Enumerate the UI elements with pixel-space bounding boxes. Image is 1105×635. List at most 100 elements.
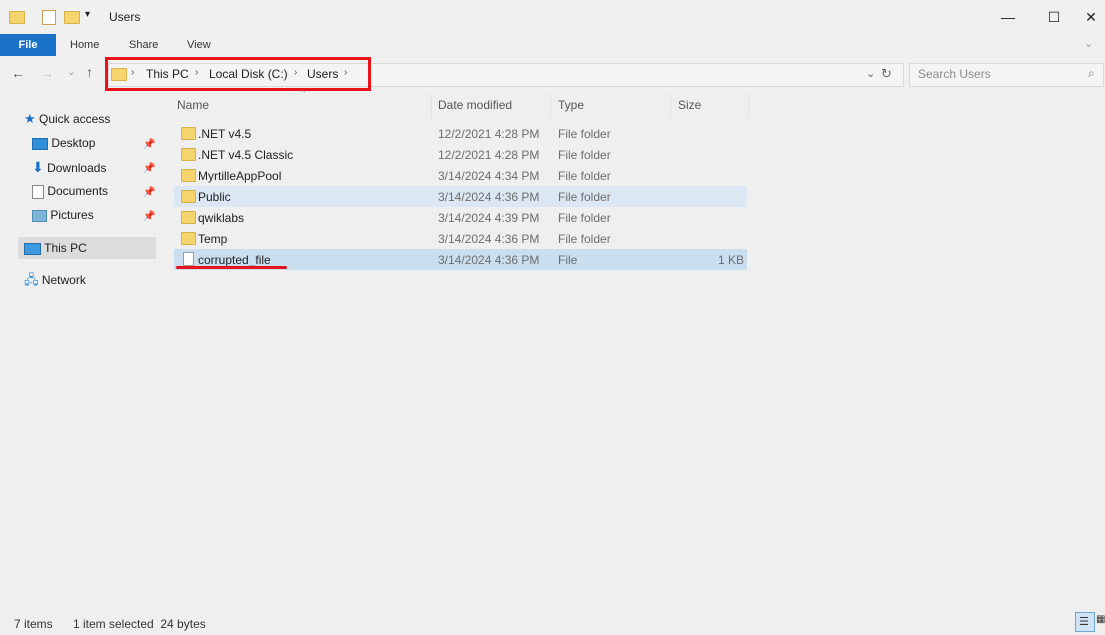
pin-icon[interactable]: 📌 (143, 139, 155, 150)
file-type: File folder (558, 148, 611, 162)
file-date: 3/14/2024 4:34 PM (438, 169, 540, 183)
window-title: Users (109, 10, 141, 24)
file-date: 3/14/2024 4:39 PM (438, 211, 540, 225)
file-type: File (558, 253, 578, 267)
folder-icon (181, 148, 196, 161)
maximize-button[interactable]: ☐ (1031, 0, 1077, 34)
large-icons-view-button[interactable]: ▦ (1095, 612, 1105, 632)
maximize-icon: ☐ (1047, 8, 1061, 25)
nav-item-documents[interactable]: Documents (32, 180, 108, 202)
folder-icon (9, 11, 25, 24)
column-divider[interactable] (748, 94, 749, 118)
back-button[interactable]: ← (11, 65, 25, 81)
file-name: .NET v4.5 (198, 127, 252, 141)
file-type: File folder (558, 190, 611, 204)
file-date: 3/14/2024 4:36 PM (438, 253, 540, 267)
file-date: 12/2/2021 4:28 PM (438, 148, 540, 162)
table-row[interactable]: Temp 3/14/2024 4:36 PM File folder (174, 228, 747, 249)
nav-item-downloads[interactable]: ⬇ Downloads (32, 156, 106, 178)
properties-icon[interactable] (42, 10, 56, 25)
pin-icon[interactable]: 📌 (143, 163, 155, 174)
table-row[interactable]: MyrtilleAppPool 3/14/2024 4:34 PM File f… (174, 165, 747, 186)
column-header-date[interactable]: Date modified (438, 98, 512, 112)
column-header-name[interactable]: Name (177, 98, 209, 112)
arrow-right-icon: → (40, 65, 54, 81)
folder-icon (181, 127, 196, 140)
file-name: Temp (198, 232, 228, 246)
documents-icon (32, 184, 44, 199)
nav-label: Documents (47, 184, 109, 198)
annotation-underline (176, 266, 287, 269)
table-row[interactable]: .NET v4.5 Classic 12/2/2021 4:28 PM File… (174, 144, 747, 165)
pictures-icon (32, 209, 47, 222)
nav-item-pictures[interactable]: Pictures (32, 204, 94, 226)
ribbon: File Home Share View ⌄ (0, 34, 1105, 57)
nav-quick-access[interactable]: ★ Quick access (24, 108, 110, 130)
file-name: qwiklabs (198, 211, 245, 225)
chevron-down-icon: ⌄ (67, 67, 76, 78)
search-placeholder: Search Users (918, 67, 991, 81)
nav-item-desktop[interactable]: Desktop (32, 132, 95, 154)
status-item-count: 7 items (14, 617, 53, 631)
expand-ribbon-icon[interactable]: ⌄ (1084, 37, 1093, 50)
title-bar: ▾ Users — ☐ ✕ (0, 0, 1105, 34)
file-name: MyrtilleAppPool (198, 169, 282, 183)
table-row[interactable]: Public 3/14/2024 4:36 PM File folder (174, 186, 747, 207)
column-header-size[interactable]: Size (678, 98, 701, 112)
customize-toolbar-icon[interactable]: ▾ (85, 9, 90, 20)
nav-label: Network (41, 273, 86, 287)
nav-label: Pictures (50, 208, 94, 222)
column-divider[interactable] (550, 94, 551, 118)
pin-icon[interactable]: 📌 (143, 211, 155, 222)
file-type: File folder (558, 211, 611, 225)
file-type: File folder (558, 232, 611, 246)
pin-icon[interactable]: 📌 (143, 187, 155, 198)
close-button[interactable]: ✕ (1077, 0, 1105, 34)
folder-icon (181, 190, 196, 203)
file-date: 12/2/2021 4:28 PM (438, 127, 540, 141)
tab-view[interactable]: View (173, 34, 225, 56)
star-icon: ★ (24, 111, 36, 126)
up-button[interactable]: ↑ (86, 64, 93, 80)
sort-indicator-icon: ⌃ (300, 89, 307, 98)
nav-label: Desktop (51, 136, 96, 150)
address-dropdown-icon[interactable]: ⌄ (866, 67, 875, 80)
new-folder-icon[interactable] (64, 11, 80, 24)
file-type: File folder (558, 169, 611, 183)
nav-network[interactable]: 🖧 Network (24, 269, 86, 291)
details-view-button[interactable]: ☰ (1075, 612, 1095, 632)
file-type: File folder (558, 127, 611, 141)
refresh-icon[interactable]: ↻ (881, 66, 892, 82)
arrow-up-icon: ↑ (86, 64, 93, 80)
file-date: 3/14/2024 4:36 PM (438, 190, 540, 204)
nav-label: Downloads (47, 161, 107, 175)
tab-file[interactable]: File (0, 34, 56, 56)
folder-icon (181, 211, 196, 224)
file-name: corrupted_file (198, 253, 271, 267)
column-header-type[interactable]: Type (558, 98, 584, 112)
search-icon[interactable]: ⌕ (1088, 66, 1095, 81)
nav-this-pc[interactable]: This PC (24, 237, 87, 259)
file-date: 3/14/2024 4:36 PM (438, 232, 540, 246)
nav-label: This PC (44, 241, 87, 255)
large-icons-view-icon: ▦ (1096, 614, 1105, 625)
details-view-icon: ☰ (1079, 616, 1089, 628)
recent-locations-button[interactable]: ⌄ (67, 67, 75, 78)
table-row[interactable]: .NET v4.5 12/2/2021 4:28 PM File folder (174, 123, 747, 144)
status-selection: 1 item selected 24 bytes (73, 617, 206, 631)
desktop-icon (32, 137, 48, 150)
arrow-left-icon: ← (11, 65, 25, 81)
column-divider[interactable] (670, 94, 671, 118)
minimize-button[interactable]: — (985, 0, 1031, 34)
table-row[interactable]: qwiklabs 3/14/2024 4:39 PM File folder (174, 207, 747, 228)
file-size: 1 KB (717, 253, 744, 267)
file-name: Public (198, 190, 231, 204)
column-divider[interactable] (431, 94, 432, 118)
computer-icon (24, 242, 41, 255)
folder-icon (181, 169, 196, 182)
tab-home[interactable]: Home (56, 34, 113, 56)
tab-share[interactable]: Share (115, 34, 172, 56)
network-icon: 🖧 (24, 272, 39, 287)
minimize-icon: — (1001, 9, 1015, 25)
forward-button[interactable]: → (40, 65, 54, 81)
